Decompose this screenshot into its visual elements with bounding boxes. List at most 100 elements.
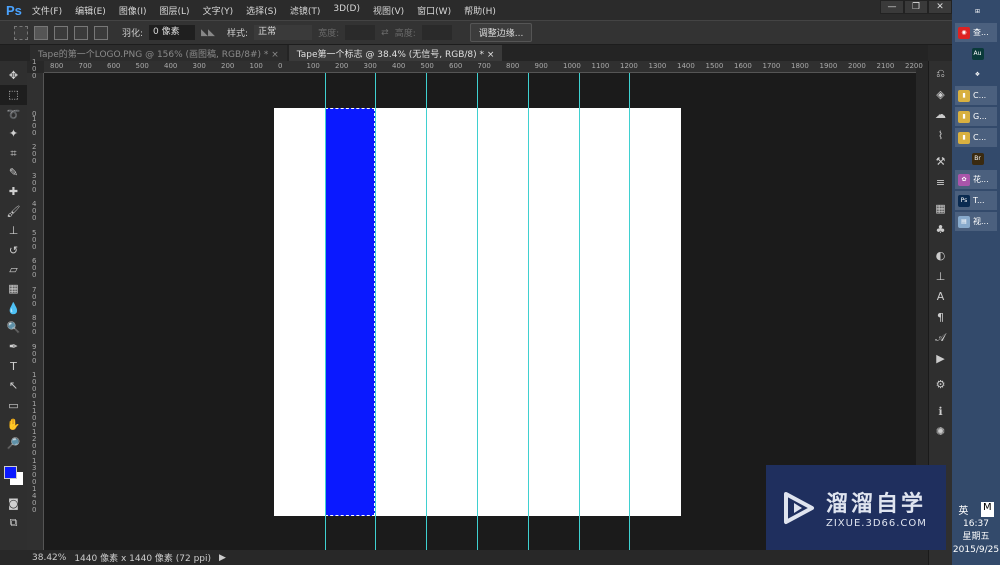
taskbar-item[interactable]: ✿ 花... xyxy=(955,170,997,189)
type-icon[interactable]: T xyxy=(0,357,27,376)
channels-icon[interactable]: ☁ xyxy=(929,105,952,126)
stamp-icon[interactable]: ⊥ xyxy=(0,221,27,240)
refine-edge-button[interactable]: 调整边缘... xyxy=(469,23,533,42)
ime-indicator[interactable]: M xyxy=(981,502,994,517)
taskbar-item[interactable]: ⊞ xyxy=(955,2,997,21)
history-brush-icon[interactable]: ↺ xyxy=(0,241,27,260)
hand-icon[interactable]: ✋ xyxy=(0,415,27,434)
taskbar-item[interactable]: ❖ xyxy=(955,65,997,84)
rectangle-icon[interactable]: ▭ xyxy=(0,396,27,415)
lasso-icon[interactable]: ➰ xyxy=(0,105,27,124)
taskbar-item[interactable]: Au xyxy=(955,44,997,63)
brush-icon[interactable]: 🖌 xyxy=(0,202,27,221)
blue-selected-rectangle[interactable] xyxy=(325,108,375,516)
guide-line[interactable] xyxy=(426,73,427,550)
ruler-label: 0 xyxy=(278,62,283,70)
menu-item[interactable]: 文字(Y) xyxy=(203,4,234,17)
taskbar-item[interactable]: ▮ C... xyxy=(955,86,997,105)
move-icon[interactable]: ✥ xyxy=(0,66,27,85)
menu-item[interactable]: 编辑(E) xyxy=(75,4,106,17)
intersect-selection-icon[interactable] xyxy=(94,25,108,40)
status-menu-arrow[interactable]: ▶ xyxy=(219,553,226,563)
swatches-icon[interactable]: ▦ xyxy=(929,199,952,220)
info-icon[interactable]: ℹ xyxy=(929,402,952,423)
style-select[interactable]: 正常 xyxy=(254,25,313,40)
taskbar-app-label: 花... xyxy=(973,175,989,184)
gradient-icon[interactable]: ▦ xyxy=(0,279,27,298)
eyedropper-icon[interactable]: ✎ xyxy=(0,163,27,182)
menu-item[interactable]: 视图(V) xyxy=(373,4,404,17)
guide-line[interactable] xyxy=(477,73,478,550)
history-icon[interactable]: ⎌ xyxy=(929,64,952,85)
add-selection-icon[interactable] xyxy=(54,25,68,40)
anti-alias-icon[interactable]: ◣◣ xyxy=(201,28,215,38)
crop-icon[interactable]: ⌗ xyxy=(0,144,27,163)
menu-item[interactable]: 3D(D) xyxy=(333,4,360,17)
paragraph-icon[interactable]: ¶ xyxy=(929,308,952,329)
taskbar-item[interactable]: ▮ C... xyxy=(955,128,997,147)
magic-wand-icon[interactable]: ✦ xyxy=(0,124,27,143)
restore-button[interactable]: ❐ xyxy=(904,0,928,14)
menu-item[interactable]: 文件(F) xyxy=(32,4,62,17)
width-input[interactable] xyxy=(345,25,376,40)
language-indicator[interactable]: 英 xyxy=(958,502,968,517)
menu-item[interactable]: 图层(L) xyxy=(160,4,190,17)
layers-icon[interactable]: ◈ xyxy=(929,85,952,106)
height-input[interactable] xyxy=(421,25,452,40)
tab-close-button[interactable]: × xyxy=(487,50,495,60)
marquee-icon[interactable]: ⬚ xyxy=(0,85,27,105)
dodge-icon[interactable]: 🔍 xyxy=(0,318,27,337)
zoom-icon[interactable]: 🔎 xyxy=(0,434,27,453)
screen-mode-icon[interactable]: ⧉ xyxy=(0,513,27,532)
foreground-color-swatch[interactable] xyxy=(4,465,17,479)
minimize-button[interactable]: — xyxy=(880,0,904,14)
tab-logo-png[interactable]: Tape的第一个LOGO.PNG @ 156% (画图稿, RGB/8#) * … xyxy=(30,45,287,61)
horizontal-ruler[interactable]: 800 700 600 500 400 300 200 100 0 100 200 300 400 500… xyxy=(44,61,923,73)
marquee-preset-icon[interactable] xyxy=(14,25,28,40)
healing-icon[interactable]: ✚ xyxy=(0,182,27,201)
eraser-icon[interactable]: ▱ xyxy=(0,260,27,279)
clone-source-icon[interactable]: ⊥ xyxy=(929,267,952,288)
character-icon[interactable]: A xyxy=(929,287,952,308)
paths-icon[interactable]: ⌇ xyxy=(929,126,952,147)
menu-item[interactable]: 图像(I) xyxy=(119,4,147,17)
taskbar-item[interactable]: Ps T... xyxy=(955,191,997,210)
tab-tape-logo[interactable]: Tape第一个标志 @ 38.4% (无信号, RGB/8) * × xyxy=(288,45,503,61)
taskbar-app-icon: ⊞ xyxy=(974,7,981,15)
menu-item[interactable]: 帮助(H) xyxy=(464,4,496,17)
pen-icon[interactable]: ✒ xyxy=(0,337,27,356)
close-button[interactable]: ✕ xyxy=(928,0,952,14)
tab-close-button[interactable]: × xyxy=(271,50,279,60)
guide-line[interactable] xyxy=(325,73,326,550)
path-select-icon[interactable]: ↖ xyxy=(0,376,27,395)
feather-input[interactable]: 0 像素 xyxy=(149,25,196,40)
taskbar-item[interactable]: ◉ 查... xyxy=(955,23,997,42)
navigator-icon[interactable]: ✺ xyxy=(929,422,952,443)
quick-mask-icon[interactable]: ◙ xyxy=(0,494,27,513)
brush-settings-icon[interactable]: ≡ xyxy=(929,173,952,194)
adjustments-icon[interactable]: ◐ xyxy=(929,246,952,267)
tools-panel: ✥ ⬚ ➰ ✦ ⌗ ✎ ✚ 🖌 ⊥ ↺ ▱ ▦ 💧 🔍 ✒ T ↖ ▭ ✋ 🔎 ◙ ⧉ xyxy=(0,61,27,550)
blur-icon[interactable]: 💧 xyxy=(0,299,27,318)
taskbar-item[interactable]: ▤ 视... xyxy=(955,212,997,231)
guide-line[interactable] xyxy=(629,73,630,550)
vertical-ruler[interactable]: 100 0 100 200 300 400 500 600 700 800 900 1000 1100 1… xyxy=(27,58,44,550)
menu-item[interactable]: 选择(S) xyxy=(246,4,277,17)
guide-line[interactable] xyxy=(579,73,580,550)
menu-item[interactable]: 滤镜(T) xyxy=(290,4,321,17)
menu-item[interactable]: 窗口(W) xyxy=(417,4,451,17)
zoom-level[interactable]: 38.42% xyxy=(32,553,66,563)
guide-line[interactable] xyxy=(375,73,376,550)
tool-presets-icon[interactable]: ⚒ xyxy=(929,152,952,173)
guide-line[interactable] xyxy=(528,73,529,550)
taskbar-item[interactable]: ▮ G... xyxy=(955,107,997,126)
styles-icon[interactable]: ♣ xyxy=(929,220,952,241)
properties-icon[interactable]: ⚙ xyxy=(929,375,952,396)
swap-icon[interactable]: ⇄ xyxy=(381,28,389,38)
taskbar-item[interactable]: Br xyxy=(955,149,997,168)
actions-icon[interactable]: ▶ xyxy=(929,349,952,370)
glyph-icon[interactable]: 𝒜 xyxy=(929,328,952,349)
new-selection-icon[interactable] xyxy=(34,25,48,40)
subtract-selection-icon[interactable] xyxy=(74,25,88,40)
clock[interactable]: 16:37 星期五 2015/9/25 xyxy=(952,518,1000,557)
